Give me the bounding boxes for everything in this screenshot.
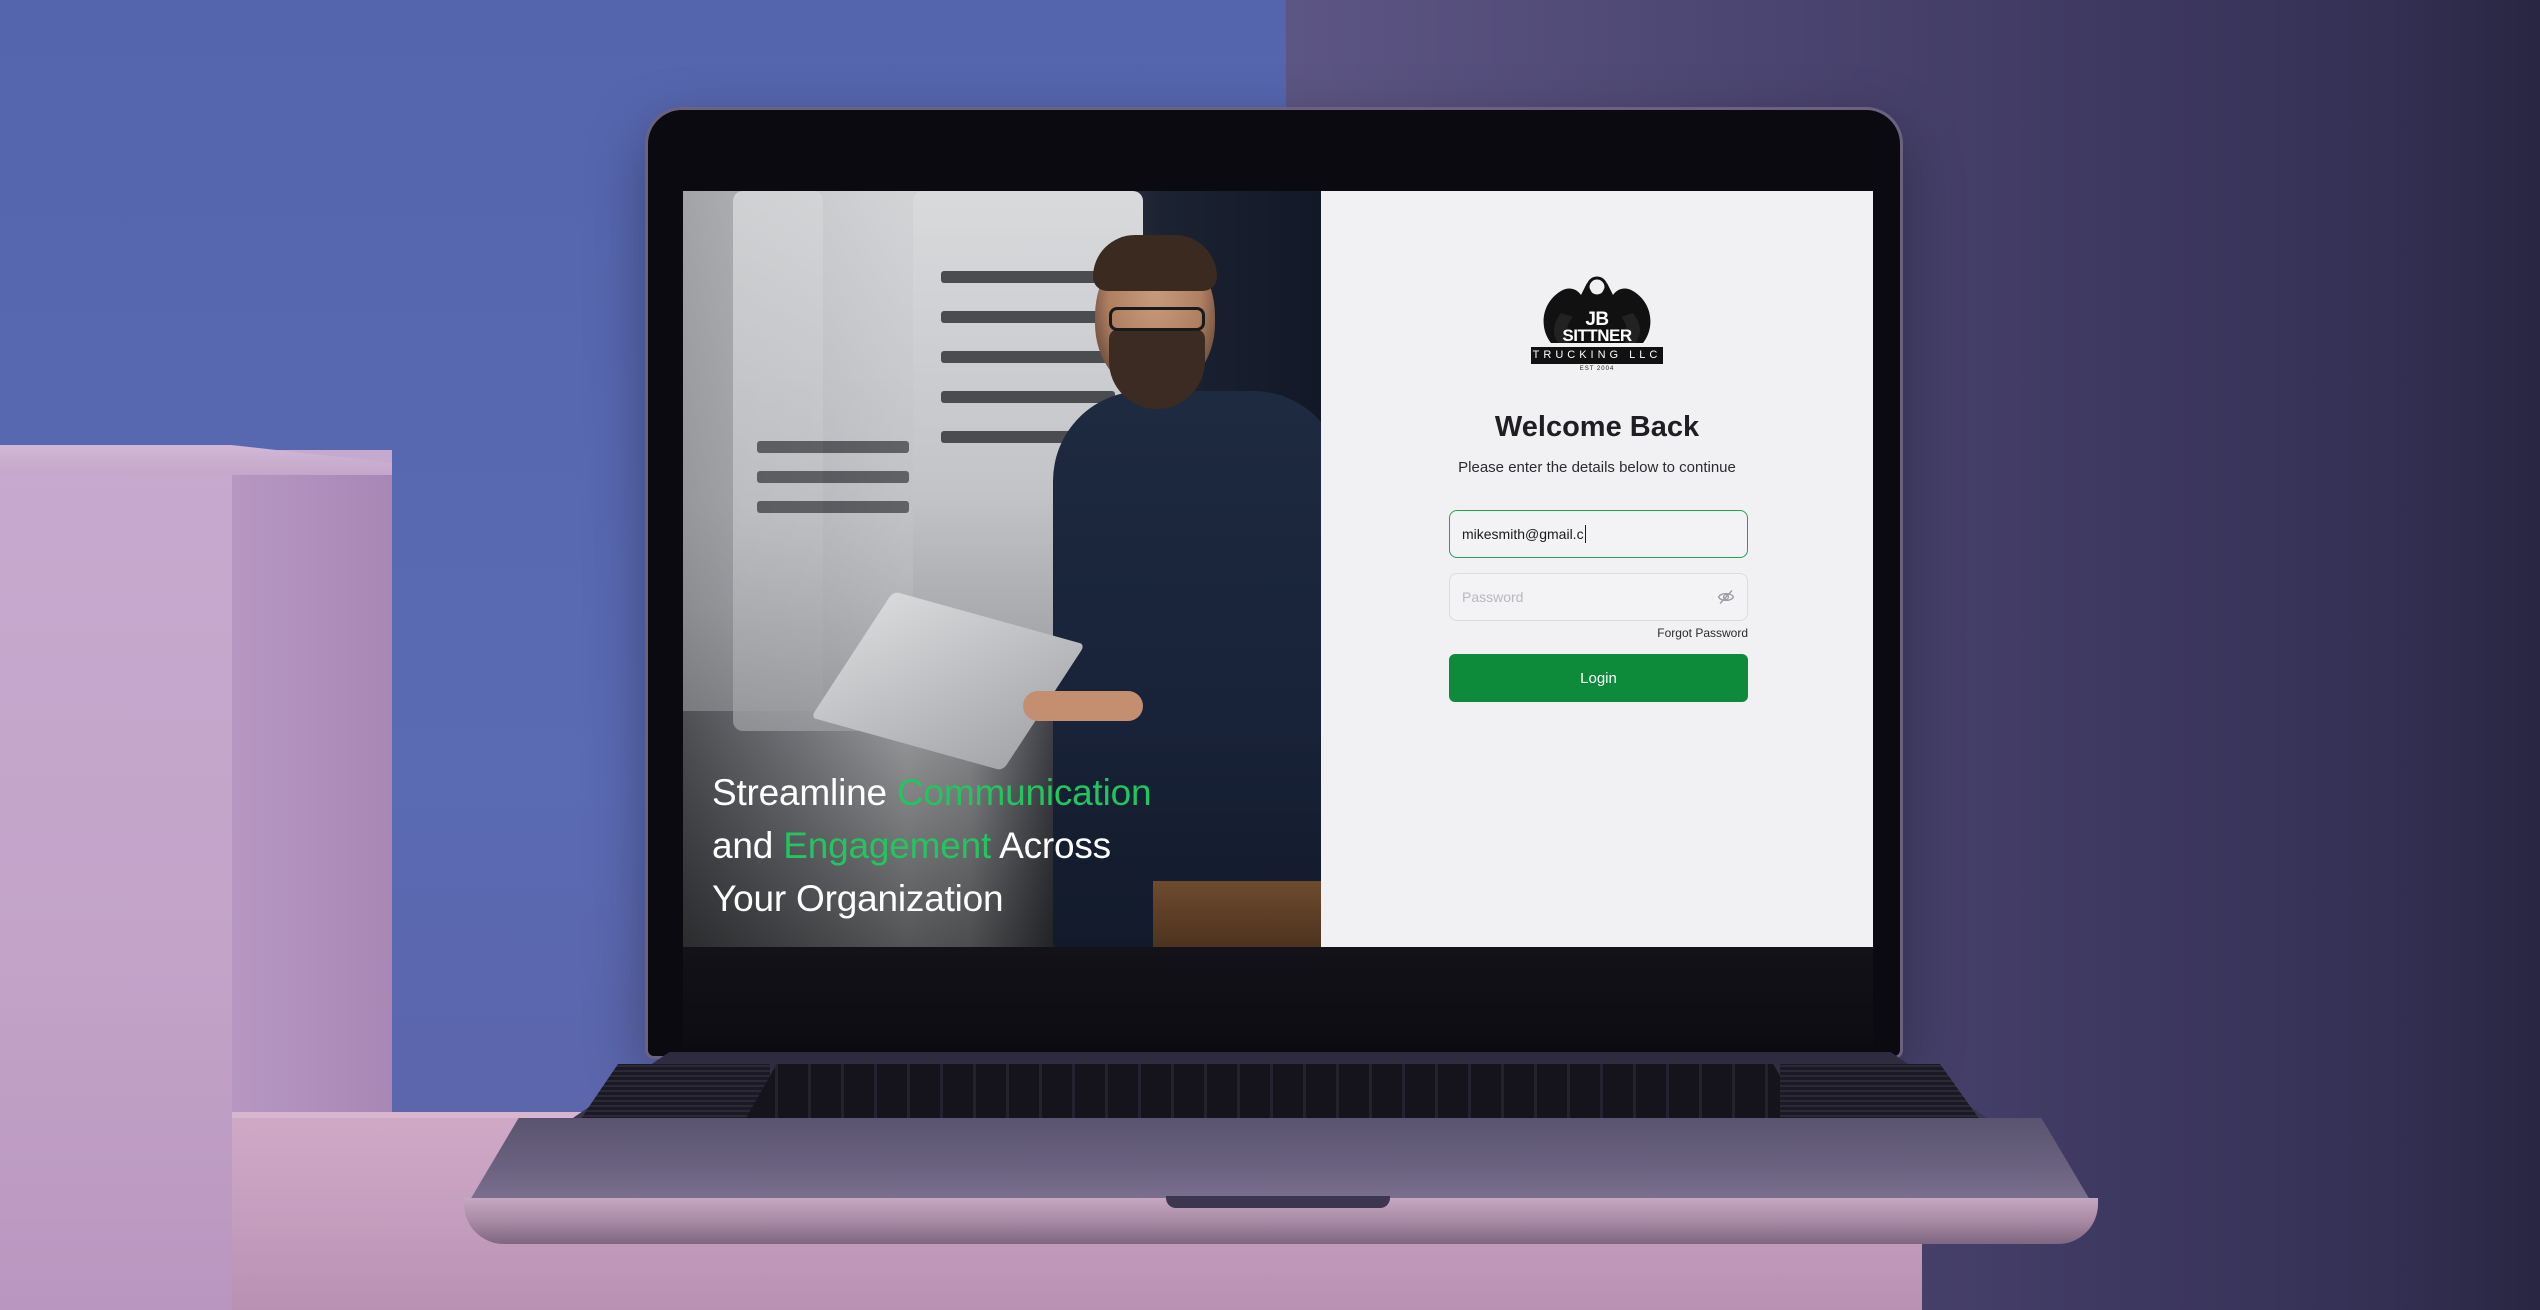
login-panel: JB SITTNER TRUCKING LLC EST 2004 Welcome…: [1321, 191, 1873, 947]
laptop-keyboard: [745, 1064, 1805, 1120]
password-field[interactable]: Password: [1449, 573, 1748, 621]
laptop-bezel-bottom: [683, 947, 1873, 1047]
tagline-accent: Engagement: [783, 825, 992, 866]
photo-hands: [1023, 691, 1143, 721]
tagline-text: Streamline: [712, 772, 897, 813]
background-wall-shadow: [2380, 0, 2540, 1310]
hero-tagline: Streamline Communication and Engagement …: [712, 766, 1272, 925]
tagline-text: Across: [991, 825, 1111, 866]
hero-image: Streamline Communication and Engagement …: [683, 191, 1321, 947]
tagline-text: and: [712, 825, 784, 866]
tagline-line-2: and Engagement Across: [712, 819, 1272, 872]
email-field[interactable]: mikesmith@gmail.c: [1449, 510, 1748, 558]
company-logo: JB SITTNER TRUCKING LLC EST 2004: [1531, 273, 1663, 377]
email-value: mikesmith@gmail.c: [1462, 526, 1584, 542]
text-caret: [1584, 525, 1586, 543]
password-placeholder: Password: [1462, 589, 1524, 605]
laptop-screen: Streamline Communication and Engagement …: [683, 191, 1873, 947]
page-title: Welcome Back: [1494, 411, 1700, 443]
eye-off-icon[interactable]: [1717, 588, 1735, 606]
forgot-password-link[interactable]: Forgot Password: [1449, 626, 1748, 640]
logo-est: EST 2004: [1579, 366, 1615, 372]
logo-text: SITTNER: [1562, 326, 1632, 345]
login-button[interactable]: Login: [1449, 654, 1748, 702]
laptop-palmrest: [470, 1118, 2090, 1200]
laptop-notch: [1166, 1196, 1390, 1208]
tagline-accent: Communication: [896, 772, 1152, 813]
tagline-line-3: Your Organization: [712, 872, 1272, 925]
tagline-line-1: Streamline Communication: [712, 766, 1272, 819]
logo-band: TRUCKING LLC: [1531, 347, 1663, 364]
page-subtitle: Please enter the details below to contin…: [1458, 459, 1736, 476]
tagline-text: Your Organization: [712, 878, 1004, 919]
